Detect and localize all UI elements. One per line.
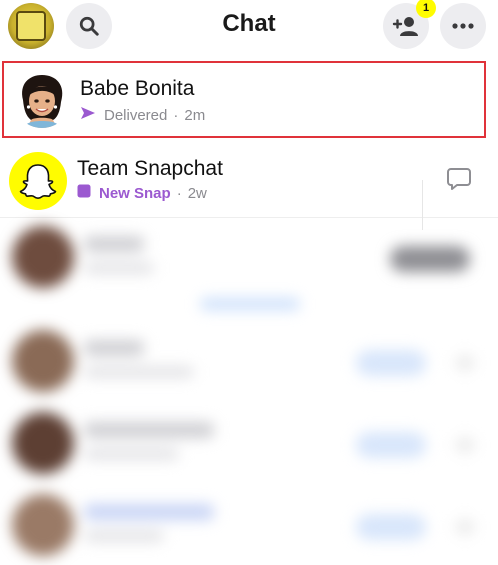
list-item xyxy=(0,218,498,300)
blurred-link xyxy=(200,298,300,310)
list-item-line xyxy=(84,530,164,542)
chat-reply-button[interactable] xyxy=(446,165,472,196)
friend-name: Team Snapchat xyxy=(77,157,223,180)
avatar xyxy=(12,412,74,474)
chat-status: Delivered · 2m xyxy=(80,106,205,124)
chat-row-babe-bonita[interactable]: Babe Bonita Delivered · 2m xyxy=(2,61,486,138)
status-time: 2m xyxy=(184,106,206,124)
list-item xyxy=(0,486,498,565)
list-item-pill xyxy=(390,246,470,272)
separator-dot: · xyxy=(173,106,179,124)
list-item-chevron xyxy=(456,356,474,370)
new-snap-square-icon xyxy=(77,184,91,202)
list-item-line xyxy=(84,422,214,438)
avatar xyxy=(12,494,74,556)
blurred-chat-list xyxy=(0,218,498,565)
separator-dot: · xyxy=(176,184,182,202)
list-item-line xyxy=(84,504,214,520)
chat-bubble-icon xyxy=(447,168,471,190)
list-item-line xyxy=(84,448,179,460)
bitmoji-avatar-icon xyxy=(22,75,63,128)
snapchat-ghost-icon xyxy=(19,164,57,199)
avatar xyxy=(12,330,74,392)
friend-avatar[interactable] xyxy=(13,70,71,128)
list-item-chevron xyxy=(456,520,474,534)
status-text: New Snap xyxy=(99,184,171,202)
list-item-line xyxy=(84,236,144,252)
status-text: Delivered xyxy=(104,106,168,124)
add-friend-icon xyxy=(392,17,418,36)
list-item xyxy=(0,322,498,404)
more-dots-icon xyxy=(452,23,474,29)
friend-avatar[interactable] xyxy=(9,152,67,210)
list-item-pill xyxy=(356,432,426,458)
chat-header: Chat 1 xyxy=(0,0,498,56)
list-item-line xyxy=(84,340,144,356)
sent-arrow-icon xyxy=(80,106,96,124)
status-time: 2w xyxy=(187,184,207,202)
more-button[interactable] xyxy=(440,3,486,49)
avatar xyxy=(12,226,74,288)
friend-name: Babe Bonita xyxy=(80,77,195,100)
list-item-line xyxy=(84,262,154,274)
chat-row-team-snapchat[interactable]: Team Snapchat New Snap · 2w xyxy=(0,148,498,218)
list-item-chevron xyxy=(456,438,474,452)
list-item-pill xyxy=(356,350,426,376)
list-item-pill xyxy=(356,514,426,540)
chat-status: New Snap · 2w xyxy=(77,184,207,202)
list-item-line xyxy=(84,366,194,378)
list-item xyxy=(0,404,498,486)
